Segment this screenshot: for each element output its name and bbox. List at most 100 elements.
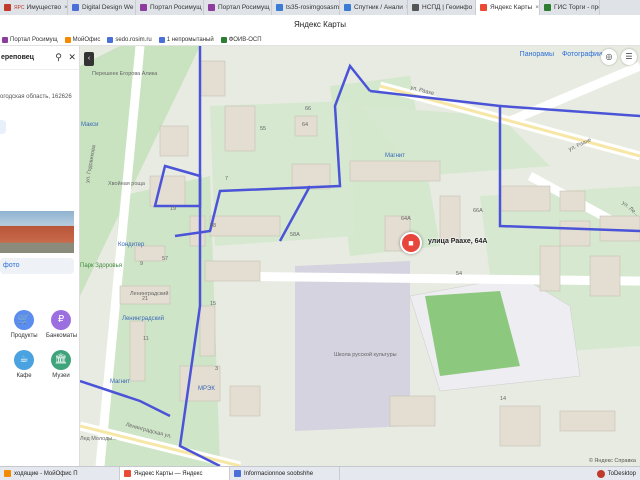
category-button[interactable]: 🛒 Продукты	[9, 310, 39, 339]
poi-label[interactable]: Школа русской культуры	[334, 352, 397, 358]
window-title: Яндекс Карты	[0, 15, 640, 34]
search-bar[interactable]: ереповец ⚲ ✕	[0, 46, 79, 70]
place-photo[interactable]	[0, 211, 74, 253]
layers-icon[interactable]: ◎	[601, 49, 617, 65]
address-text: огодская область, 162626	[0, 94, 72, 100]
house-number: 3	[215, 366, 219, 372]
browser-tab-strip: ЯРСИмущество×Digital Design We×Портал Ро…	[0, 0, 640, 15]
poi-label[interactable]: Макси	[81, 122, 98, 128]
menu-icon[interactable]: ☰	[621, 49, 637, 65]
house-number: 58A	[290, 232, 300, 238]
tab-label: Портал Росимущ	[218, 4, 270, 11]
house-number: 58	[210, 223, 217, 229]
collapse-panel-button[interactable]: ‹	[84, 52, 94, 66]
taskbar-label: ходящие - МойОфис П	[14, 470, 78, 477]
taskbar-item[interactable]: Яндекс Карты — Яндекс	[120, 467, 230, 480]
house-number: 66	[305, 106, 312, 112]
house-number: 66A	[473, 208, 483, 214]
house-number: 11	[143, 336, 149, 342]
tab-favicon-icon	[208, 4, 215, 11]
tab-label: Digital Design We	[82, 4, 134, 11]
category-label: Банкоматы	[46, 333, 78, 339]
poi-label[interactable]: Магнит	[110, 379, 130, 385]
bookmark-icon	[2, 36, 8, 43]
tab-favicon-icon	[276, 4, 283, 11]
tab-label: Спутник / Анали	[354, 4, 403, 11]
browser-tab[interactable]: Портал Росимущ×	[136, 0, 204, 15]
photo-link[interactable]: фото	[0, 258, 74, 274]
poi-label[interactable]: МРЭК	[198, 386, 215, 392]
category-button[interactable]: ☕ Кафе	[9, 350, 39, 379]
location-pin-icon[interactable]: ■	[400, 232, 422, 254]
taskbar-item[interactable]: Informacionnoe soobshhe	[230, 467, 340, 480]
bookmark-label: sedo.rosim.ru	[115, 36, 152, 43]
house-number: 15	[210, 301, 217, 307]
tab-favicon-icon	[72, 4, 79, 11]
house-number: 64	[302, 122, 309, 128]
search-icon[interactable]: ⚲	[52, 52, 66, 63]
house-number: 21	[142, 296, 149, 302]
bookmark-label: 1 непромытаный	[166, 36, 214, 43]
bookmark-item[interactable]: 1 непромытаный	[157, 34, 219, 45]
app-icon	[4, 470, 11, 477]
poi-label[interactable]: Лед Молоды...	[80, 436, 117, 442]
browser-tab[interactable]: ts35-rosimgosasm×	[272, 0, 340, 15]
map-layer-buttons: Панорамы Фотографии	[520, 51, 602, 58]
search-input[interactable]: ереповец	[1, 54, 52, 61]
bookmark-icon	[107, 36, 114, 43]
poi-label[interactable]: Парк Здоровья	[80, 263, 122, 269]
photos-button[interactable]: Фотографии	[562, 51, 602, 58]
tab-label: Имущество	[26, 4, 62, 11]
tab-label: НСПД | Геоинфо	[422, 4, 473, 11]
poi-label[interactable]: Магнит	[385, 153, 405, 159]
house-number: 19	[170, 206, 177, 212]
house-number: 57	[162, 256, 169, 262]
todesktop-icon	[596, 469, 605, 478]
panoramas-button[interactable]: Панорамы	[520, 51, 554, 58]
poi-label[interactable]: Кондитер	[118, 242, 144, 248]
bookmark-item[interactable]: МойОфис	[63, 34, 106, 45]
category-button[interactable]: ₽ Банкоматы	[46, 310, 78, 339]
tab-favicon-icon	[344, 4, 351, 11]
app-icon	[234, 470, 241, 477]
taskbar-item[interactable]: ходящие - МойОфис П	[0, 467, 120, 480]
house-number: 14	[500, 396, 507, 402]
close-icon[interactable]: ✕	[65, 52, 79, 63]
pin-label: улица Раахе, 64А	[428, 238, 488, 245]
tab-close-icon[interactable]: ×	[535, 4, 539, 11]
house-number: 54	[456, 271, 463, 277]
poi-label[interactable]: Перешеек Егорова Алика	[92, 71, 157, 77]
tray-label: ToDesktop	[607, 470, 636, 477]
os-taskbar: ходящие - МойОфис П Яндекс Карты — Яндекс…	[0, 466, 640, 480]
browser-tab[interactable]: Спутник / Анали×	[340, 0, 408, 15]
poi-label[interactable]: Ленинградский	[122, 316, 164, 322]
bookmark-icon	[220, 36, 227, 43]
tab-prefix: ЯРС	[14, 4, 25, 11]
browser-tab[interactable]: ГИС Торги - прод×	[540, 0, 600, 15]
bookmark-icon	[158, 36, 165, 43]
tab-favicon-icon	[480, 4, 487, 11]
bookmark-label: МойОфис	[72, 36, 101, 43]
browser-tab[interactable]: ЯРС Имущество ×	[0, 0, 68, 15]
browser-tab[interactable]: Яндекс Карты ×	[476, 0, 540, 15]
poi-label[interactable]: Ленинградский	[130, 291, 168, 297]
system-tray[interactable]: ToDesktop	[596, 467, 640, 480]
cup-icon: ☕	[14, 350, 34, 370]
bookmark-item[interactable]: Портал Росимущ	[0, 34, 63, 45]
map-area[interactable]: ‹ Панорамы Фотографии ◎ ☰ ул. Раахе ул. …	[80, 46, 640, 466]
map-copyright[interactable]: © Яндекс Справка	[589, 458, 636, 464]
bookmark-label: Портал Росимущ	[10, 36, 58, 43]
browser-tab[interactable]: Digital Design We×	[68, 0, 136, 15]
poi-label[interactable]: Хвойная роща	[108, 181, 145, 187]
bookmark-item[interactable]: ФОИВ-ОСП	[219, 34, 267, 45]
search-panel: ереповец ⚲ ✕ огодская область, 162626 фо…	[0, 46, 80, 466]
bookmark-item[interactable]: sedo.rosim.ru	[105, 34, 156, 45]
browser-tab[interactable]: НСПД | Геоинфо×	[408, 0, 476, 15]
house-number: 7	[225, 176, 229, 182]
category-button[interactable]: 🏛 Музеи	[46, 350, 76, 379]
browser-tab[interactable]: Портал Росимущ×	[204, 0, 272, 15]
museum-icon: 🏛	[51, 350, 71, 370]
taskbar-label: Яндекс Карты — Яндекс	[134, 470, 203, 477]
panel-action-button[interactable]	[0, 120, 6, 134]
tab-label: ГИС Торги - прод	[554, 4, 599, 11]
